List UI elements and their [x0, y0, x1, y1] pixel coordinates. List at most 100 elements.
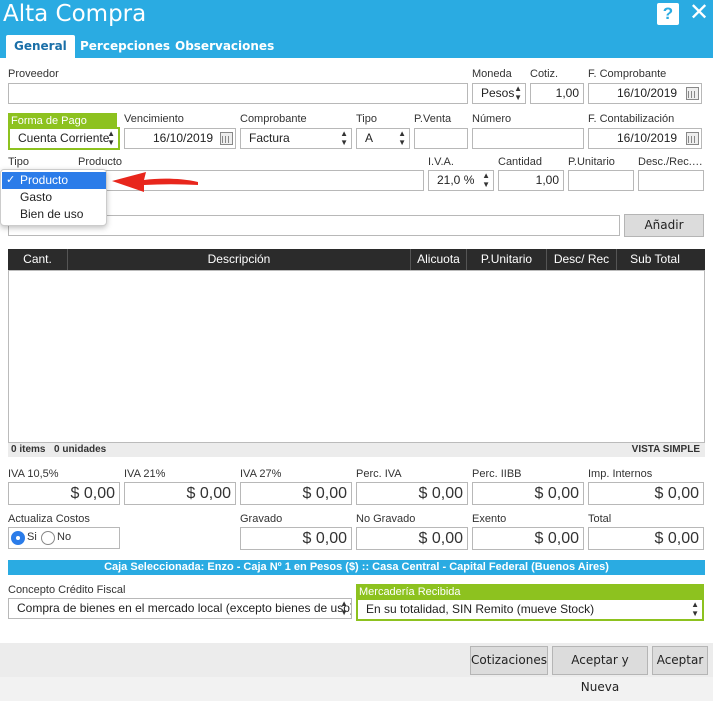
col-descripcion[interactable]: Descripción: [68, 249, 411, 270]
check-icon: ✓: [6, 174, 16, 186]
cotizaciones-button[interactable]: Cotizaciones: [470, 646, 548, 675]
items-count: 0 items: [11, 444, 46, 455]
imp-internos-label: Imp. Internos: [588, 468, 653, 480]
window-header: Alta Compra ? ✕ General Percepciones Obs…: [0, 0, 713, 58]
perc-iva-label: Perc. IVA: [356, 468, 402, 480]
cantidad-label: Cantidad: [498, 156, 543, 168]
close-icon[interactable]: ✕: [688, 1, 710, 25]
descrec-label: Desc./Rec.…: [638, 156, 703, 168]
calendar-icon[interactable]: [686, 132, 699, 145]
help-button[interactable]: ?: [657, 3, 679, 25]
comprobante-value: Factura: [249, 131, 290, 145]
select-arrows-icon: ▲ ▼: [340, 599, 348, 617]
mercaderia-value: En su totalidad, SIN Remito (mueve Stock…: [366, 602, 595, 616]
exento-value: $ 0,00: [472, 527, 584, 550]
window-title: Alta Compra: [3, 1, 147, 27]
proveedor-label: Proveedor: [8, 68, 59, 80]
select-arrows-icon: ▲ ▼: [398, 129, 406, 147]
items-table-footer: 0 items 0 unidades VISTA SIMPLE: [8, 443, 705, 457]
select-arrows-icon: ▲ ▼: [482, 171, 490, 189]
comprobante-label: Comprobante: [240, 113, 307, 125]
col-alicuota[interactable]: Alicuota: [411, 249, 467, 270]
mercaderia-select[interactable]: En su totalidad, SIN Remito (mueve Stock…: [356, 598, 704, 621]
dropdown-option-producto[interactable]: ✓ Producto: [2, 172, 106, 189]
cotiz-label: Cotiz.: [530, 68, 559, 80]
tipo-dropdown-menu: ✓ Producto Gasto Bien de uso: [0, 169, 107, 226]
pventa-input[interactable]: [414, 128, 468, 149]
total-value: $ 0,00: [588, 527, 704, 550]
proveedor-input[interactable]: [8, 83, 468, 104]
perc-iva-value: $ 0,00: [356, 482, 468, 505]
vencimiento-value: 16/10/2019: [153, 131, 214, 145]
select-arrows-icon: ▲ ▼: [340, 129, 348, 147]
select-arrows-icon: ▲ ▼: [691, 600, 699, 618]
calendar-icon[interactable]: [686, 87, 699, 100]
iva-select[interactable]: 21,0 % ▲ ▼: [428, 170, 494, 191]
radio-si-label: Si: [27, 531, 37, 543]
iva27-label: IVA 27%: [240, 468, 282, 480]
caja-seleccionada-bar: Caja Seleccionada: Enzo - Caja Nº 1 en P…: [8, 560, 705, 575]
no-gravado-value: $ 0,00: [356, 527, 468, 550]
iva-label: I.V.A.: [428, 156, 454, 168]
dropdown-option-bien-de-uso[interactable]: Bien de uso: [2, 206, 106, 223]
moneda-select[interactable]: Pesos ▲ ▼: [472, 83, 526, 104]
col-subtotal[interactable]: Sub Total: [617, 249, 693, 270]
iva-value: 21,0 %: [437, 173, 475, 187]
no-gravado-label: No Gravado: [356, 513, 416, 525]
dropdown-option-label: Producto: [20, 173, 69, 187]
add-button[interactable]: Añadir: [624, 214, 704, 237]
gravado-value: $ 0,00: [240, 527, 352, 550]
pventa-label: P.Venta: [414, 113, 452, 125]
cotiz-input[interactable]: 1,00: [530, 83, 584, 104]
col-punitario[interactable]: P.Unitario: [467, 249, 547, 270]
fcontabilizacion-input[interactable]: 16/10/2019: [588, 128, 702, 149]
radio-si[interactable]: [11, 531, 25, 545]
numero-input[interactable]: [472, 128, 584, 149]
exento-label: Exento: [472, 513, 507, 525]
select-arrows-icon: ▲ ▼: [514, 84, 522, 102]
descrec-input[interactable]: [638, 170, 704, 191]
calendar-icon[interactable]: [220, 132, 233, 145]
vencimiento-label: Vencimiento: [124, 113, 184, 125]
iva21-value: $ 0,00: [124, 482, 236, 505]
items-table-body: [8, 270, 705, 443]
cantidad-input[interactable]: 1,00: [498, 170, 564, 191]
tipo-comprobante-value: A: [365, 131, 374, 145]
select-arrows-icon: ▲ ▼: [107, 129, 115, 147]
tab-general[interactable]: General: [6, 35, 75, 58]
radio-no[interactable]: [41, 531, 55, 545]
tipo-comprobante-label: Tipo: [356, 113, 377, 125]
imp-internos-value: $ 0,00: [588, 482, 704, 505]
units-count: 0 unidades: [54, 444, 107, 455]
iva105-value: $ 0,00: [8, 482, 120, 505]
concepto-label: Concepto Crédito Fiscal: [8, 584, 126, 596]
tipo-item-label: Tipo: [8, 156, 29, 168]
col-cant[interactable]: Cant.: [8, 249, 68, 270]
tab-observaciones[interactable]: Observaciones: [167, 35, 282, 58]
comprobante-select[interactable]: Factura ▲ ▼: [240, 128, 352, 149]
fcontabilizacion-label: F. Contabilización: [588, 113, 675, 125]
radio-no-label: No: [57, 531, 72, 543]
aceptar-y-nueva-button[interactable]: Aceptar y Nueva: [552, 646, 648, 694]
fcomprobante-input[interactable]: 16/10/2019: [588, 83, 702, 104]
aceptar-button[interactable]: Aceptar: [652, 646, 708, 675]
fcomprobante-value: 16/10/2019: [617, 86, 678, 100]
col-descrec[interactable]: Desc/ Rec: [547, 249, 617, 270]
actualiza-costos-group: Si No: [8, 527, 120, 549]
iva105-label: IVA 10,5%: [8, 468, 59, 480]
vencimiento-input[interactable]: 16/10/2019: [124, 128, 236, 149]
total-label: Total: [588, 513, 612, 525]
perc-iibb-value: $ 0,00: [472, 482, 584, 505]
punitario-input[interactable]: [568, 170, 634, 191]
tipo-comprobante-select[interactable]: A ▲ ▼: [356, 128, 410, 149]
forma-pago-select[interactable]: Cuenta Corriente ▲ ▼: [8, 127, 120, 150]
tab-percepciones[interactable]: Percepciones: [72, 35, 178, 58]
concepto-select[interactable]: Compra de bienes en el mercado local (ex…: [8, 598, 352, 619]
dropdown-option-gasto[interactable]: Gasto: [2, 189, 106, 206]
moneda-value: Pesos: [481, 86, 515, 100]
dialog-footer: Cotizaciones Aceptar y Nueva Aceptar: [0, 643, 713, 694]
view-mode-toggle[interactable]: VISTA SIMPLE: [632, 444, 700, 455]
gravado-label: Gravado: [240, 513, 283, 525]
concepto-value: Compra de bienes en el mercado local (ex…: [17, 601, 352, 615]
actualiza-costos-label: Actualiza Costos: [8, 513, 90, 525]
